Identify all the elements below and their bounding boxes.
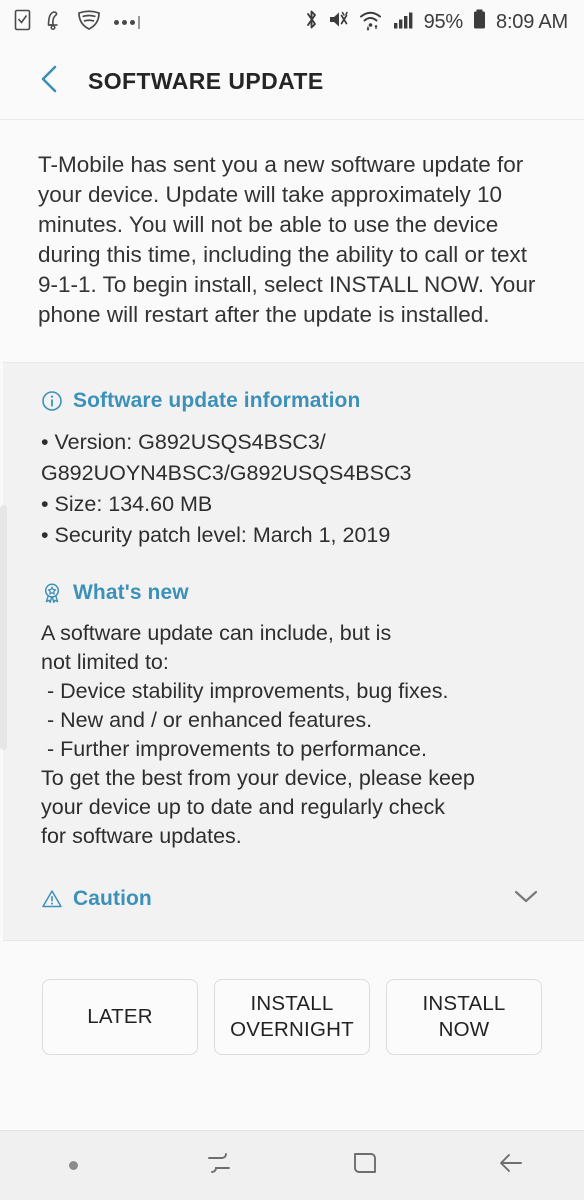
panel-scrollbar[interactable] [0, 505, 7, 750]
software-update-information-heading: Software update information [41, 389, 546, 413]
chevron-down-icon [512, 887, 540, 910]
home-button[interactable] [292, 1146, 438, 1185]
status-bar-right-icons: 95% 8:09 AM [295, 8, 568, 36]
section-heading-label: Caution [73, 886, 152, 910]
status-bar: 95% 8:09 AM [0, 0, 584, 44]
caution-row[interactable]: Caution [41, 883, 546, 914]
back-arrow-icon [494, 1146, 528, 1185]
system-navigation-bar [0, 1130, 584, 1200]
list-item: • Size: 134.60 MB [41, 492, 213, 516]
phone-screen: 95% 8:09 AM SOFTWARE UPDATE T-Mobile has… [0, 0, 584, 1200]
chevron-left-icon [37, 63, 63, 100]
whats-new-body: A software update can include, but is no… [41, 621, 475, 848]
info-circle-icon [41, 390, 63, 412]
nav-indicator-dot-cell[interactable] [0, 1161, 146, 1170]
vpn-shield-icon [77, 9, 101, 36]
app-header: SOFTWARE UPDATE [0, 44, 584, 120]
recents-button[interactable] [146, 1146, 292, 1185]
back-button-nav[interactable] [438, 1146, 584, 1185]
section-heading-label: Software update information [73, 389, 361, 412]
action-button-bar: LATER INSTALL OVERNIGHT INSTALL NOW [0, 941, 584, 1085]
section-heading-label: What's new [73, 581, 189, 604]
whats-new-heading: What's new [41, 581, 546, 605]
update-info-list: • Version: G892USQS4BSC3/ G892UOYN4BSC3/… [41, 427, 546, 551]
list-item: • Security patch level: March 1, 2019 [41, 523, 391, 547]
wifi-icon [359, 8, 384, 36]
task-checkbox-icon [14, 9, 31, 36]
nav-dot [68, 1161, 78, 1170]
bluetooth-icon [304, 8, 319, 36]
intro-paragraph: T-Mobile has sent you a new software upd… [0, 120, 584, 362]
page-title: SOFTWARE UPDATE [88, 68, 324, 94]
notification-bell-icon [44, 9, 64, 36]
install-overnight-button[interactable]: INSTALL OVERNIGHT [214, 979, 370, 1055]
award-ribbon-icon [41, 582, 63, 604]
signal-bars-icon [393, 8, 415, 36]
home-icon [348, 1146, 382, 1185]
caution-expand-button[interactable] [506, 883, 546, 914]
warning-triangle-icon [41, 888, 63, 910]
battery-icon [472, 8, 487, 36]
more-dots-icon [114, 15, 140, 29]
recents-icon [202, 1146, 236, 1185]
list-item: • Version: G892USQS4BSC3/ G892UOYN4BSC3/… [41, 430, 412, 485]
back-button[interactable] [28, 60, 72, 104]
status-bar-left-icons [14, 9, 153, 36]
mute-vibrate-icon [328, 8, 350, 36]
caution-heading: Caution [41, 887, 152, 911]
update-details-panel: Software update information • Version: G… [0, 362, 584, 941]
battery-percent-label: 95% [423, 10, 464, 33]
clock-label: 8:09 AM [496, 10, 568, 33]
install-now-button[interactable]: INSTALL NOW [386, 979, 542, 1055]
later-button[interactable]: LATER [42, 979, 198, 1055]
